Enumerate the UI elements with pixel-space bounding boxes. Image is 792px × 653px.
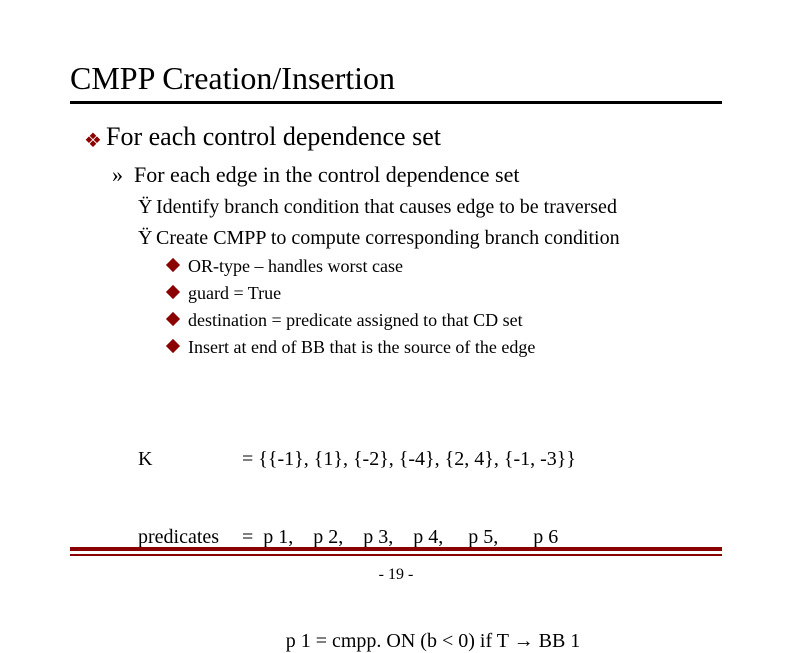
equals-sign: = — [242, 446, 253, 472]
bullet-text: Insert at end of BB that is the source o… — [188, 337, 722, 358]
small-diamond-icon — [168, 287, 188, 303]
bullet-level1: ❖ For each control dependence set — [84, 122, 722, 152]
k-label: K — [138, 446, 242, 472]
page-number: - 19 - — [0, 566, 792, 584]
diamond-icon: ❖ — [84, 128, 106, 153]
arrow-icon: → — [514, 630, 534, 652]
bullet-level2: » For each edge in the control dependenc… — [112, 162, 722, 188]
slide: CMPP Creation/Insertion ❖ For each contr… — [0, 0, 792, 612]
y-marker-icon: Ÿ — [138, 196, 156, 219]
y-marker-icon: Ÿ — [138, 227, 156, 250]
bullet-level4: OR-type – handles worst case — [168, 256, 722, 277]
k-row: K = {{-1}, {1}, {-2}, {-4}, {2, 4}, {-1,… — [138, 446, 722, 472]
bullet-text: Create CMPP to compute corresponding bra… — [156, 227, 722, 250]
formula-rhs: BB 1 — [534, 630, 581, 652]
formula-lhs: p 1 = cmpp. ON (b < 0) if T — [286, 630, 514, 652]
small-diamond-icon — [168, 314, 188, 330]
bullet-text: destination = predicate assigned to that… — [188, 310, 722, 331]
k-sets-value: {{-1}, {1}, {-2}, {-4}, {2, 4}, {-1, -3}… — [258, 446, 576, 472]
bullet-level3: Ÿ Create CMPP to compute corresponding b… — [138, 227, 722, 250]
footer-divider — [70, 547, 722, 556]
bullet-level3: Ÿ Identify branch condition that causes … — [138, 196, 722, 219]
bullet-level4: destination = predicate assigned to that… — [168, 310, 722, 331]
slide-title: CMPP Creation/Insertion — [70, 60, 722, 104]
bullet-text: For each edge in the control dependence … — [134, 162, 722, 188]
bullet-level4: guard = True — [168, 283, 722, 304]
formula: p 1 = cmpp. ON (b < 0) if T → BB 1 — [144, 630, 722, 653]
bullet-text: For each control dependence set — [106, 122, 722, 152]
small-diamond-icon — [168, 341, 188, 357]
bullet-text: Identify branch condition that causes ed… — [156, 196, 722, 219]
bullet-text: OR-type – handles worst case — [188, 256, 722, 277]
small-diamond-icon — [168, 260, 188, 276]
chevron-icon: » — [112, 162, 134, 188]
bullet-level4: Insert at end of BB that is the source o… — [168, 337, 722, 358]
bullet-text: guard = True — [188, 283, 722, 304]
